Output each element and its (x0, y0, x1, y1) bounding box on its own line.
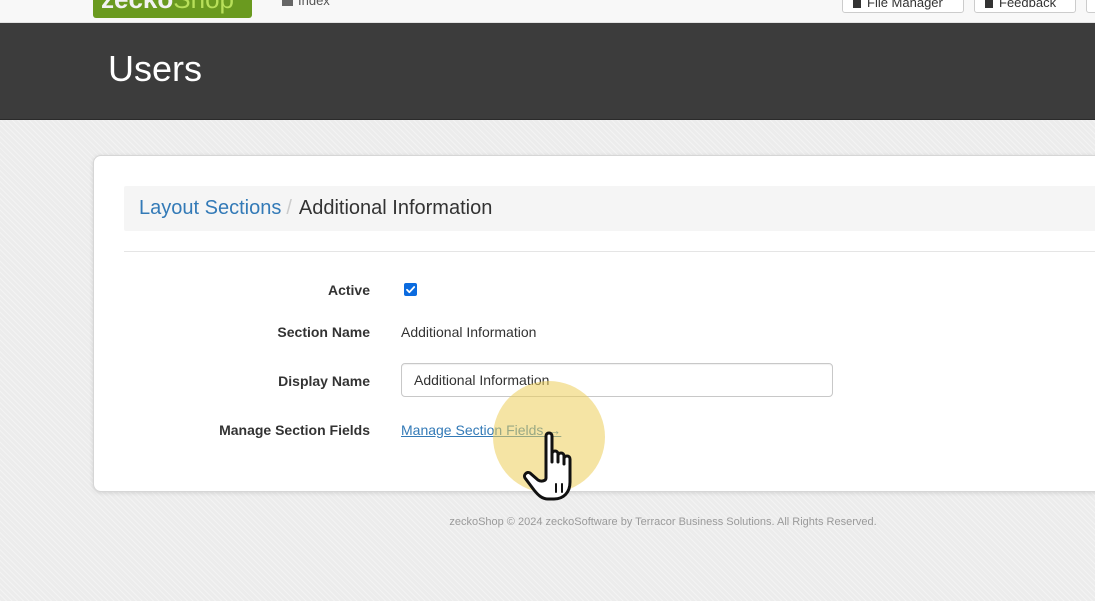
breadcrumb-layout-sections-link[interactable]: Layout Sections (139, 197, 281, 219)
file-manager-button[interactable]: File Manager (842, 0, 964, 13)
nav-index-label: Index (298, 0, 330, 8)
feedback-label: Feedback (999, 0, 1057, 10)
breadcrumb-current: Additional Information (298, 197, 493, 219)
user-menu-button[interactable] (1086, 0, 1095, 13)
active-label: Active (327, 282, 370, 298)
feedback-button[interactable]: Feedback (974, 0, 1076, 13)
manage-section-fields-link[interactable]: Manage Section Fields → (401, 422, 561, 438)
content-panel: Layout Sections / Additional Information A… (93, 155, 1095, 492)
display-name-input[interactable] (401, 363, 833, 397)
footer-copyright: zeckoShop © 2024 zeckoSoftware by Terrac… (449, 516, 877, 528)
top-navbar: zeckoShop Index File Manager Feedback (0, 0, 1095, 23)
nav-index-link[interactable]: Index (282, 0, 330, 8)
section-name-label: Section Name (277, 324, 370, 340)
file-manager-label: File Manager (867, 0, 943, 10)
section-divider (124, 251, 1095, 252)
file-icon (853, 0, 861, 8)
display-name-label: Display Name (278, 373, 370, 389)
page-title: Users (108, 48, 203, 89)
manage-section-fields-label: Manage Section Fields (219, 422, 370, 438)
active-checkbox[interactable] (404, 283, 417, 296)
breadcrumb: Layout Sections / Additional Information (124, 186, 1095, 231)
section-name-value: Additional Information (401, 324, 537, 340)
logo-text-part2: Shop (173, 0, 234, 14)
comment-icon (985, 0, 993, 8)
page-header: Users (0, 23, 1095, 120)
breadcrumb-separator: / (286, 197, 292, 219)
logo-text-part1: zecko (101, 0, 173, 14)
table-icon (282, 0, 293, 6)
zeckoshop-logo[interactable]: zeckoShop (93, 0, 252, 18)
checkmark-icon (406, 286, 416, 294)
